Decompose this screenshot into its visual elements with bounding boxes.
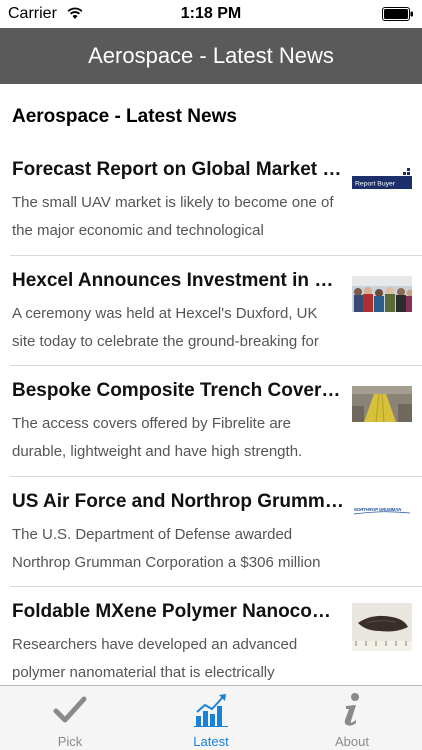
tab-latest-label: Latest [193,734,229,749]
news-title: Forecast Report on Global Market for Sma… [12,159,344,180]
news-summary: The U.S. Department of Defense awarded N… [12,525,321,571]
tab-pick-label: Pick [57,734,83,749]
news-item[interactable]: Forecast Report on Global Market for Sma… [10,145,422,256]
info-icon [344,693,359,726]
status-bar: Carrier 1:18 PM [0,0,422,28]
chart-icon [194,694,228,727]
section-title: Aerospace - Latest News [12,106,237,127]
news-item[interactable]: Hexcel Announces Investment in New Facil… [10,256,422,366]
report-buyer-logo-text: Report Buyer [355,181,396,188]
northrop-grumman-logo-thumbnail: NORTHROP GRUMMAN [352,496,412,533]
news-summary: A ceremony was held at Hexcel's Duxford,… [12,304,319,350]
news-item[interactable]: Foldable MXene Polymer Nanocomposite Res… [10,587,422,698]
news-summary: Researchers have developed an advanced p… [12,636,298,681]
navigation-bar: Aerospace - Latest News [0,28,422,84]
tab-about[interactable]: About [282,686,422,750]
news-item[interactable]: Bespoke Composite Trench Covers Offered … [10,366,422,477]
news-title: US Air Force and Northrop Grumman Contra… [12,490,344,512]
nav-title: Aerospace - Latest News [88,43,334,68]
report-buyer-logo-thumbnail: Report Buyer [352,165,412,201]
news-summary: The access covers offered by Fibrelite a… [12,415,303,460]
tab-about-label: About [335,734,369,749]
news-title: Bespoke Composite Trench Covers Offered [12,380,344,401]
tab-latest[interactable]: Latest [141,686,281,750]
status-time: 1:18 PM [180,5,242,22]
tab-pick[interactable]: Pick [0,686,140,750]
news-summary: The small UAV market is likely to become… [12,194,334,239]
news-title: Foldable MXene Polymer Nanocomposite [12,601,344,622]
tab-bar: Pick Latest About [0,685,422,750]
news-item[interactable]: US Air Force and Northrop Grumman Contra… [10,477,422,587]
nanocomposite-photo-thumbnail [352,603,412,651]
trench-cover-photo-thumbnail [352,386,412,422]
northrop-grumman-logo-text: NORTHROP GRUMMAN [354,507,402,512]
battery-icon [382,7,413,21]
news-list: Forecast Report on Global Market for Sma… [0,145,422,698]
news-title: Hexcel Announces Investment in New Facil… [12,269,344,291]
crowd-photo-thumbnail [352,275,412,312]
checkmark-icon [53,696,87,723]
